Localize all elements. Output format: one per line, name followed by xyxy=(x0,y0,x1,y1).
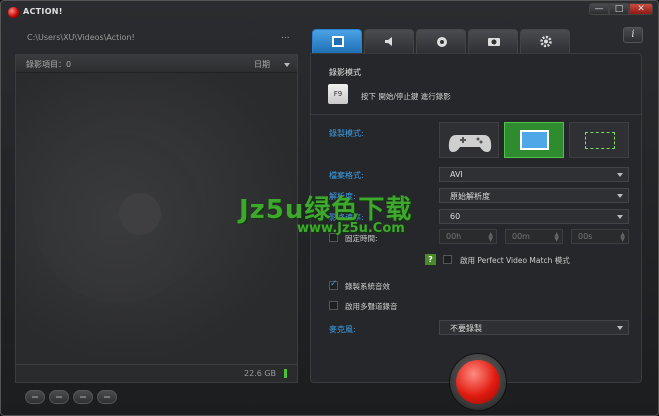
list-footer: 22.6 GB xyxy=(16,364,297,382)
resolution-select[interactable]: 原始解析度 xyxy=(439,188,629,203)
multitrack-label: 啟用多聲道錄音 xyxy=(345,302,398,311)
close-button[interactable]: ✕ xyxy=(629,3,653,15)
mode-game-button[interactable] xyxy=(439,122,499,158)
resolution-value: 原始解析度 xyxy=(450,192,490,201)
mic-select[interactable]: 不要錄製 xyxy=(439,320,629,335)
framerate-select[interactable]: 60 xyxy=(439,209,629,224)
help-icon[interactable]: ? xyxy=(425,254,436,265)
maximize-button[interactable]: □ xyxy=(609,3,629,15)
tab-screenshot[interactable] xyxy=(468,29,518,53)
play-button[interactable] xyxy=(49,390,69,404)
title-bar: ACTION! — □ ✕ xyxy=(1,1,658,23)
multitrack-checkbox[interactable] xyxy=(329,301,338,310)
upload-button[interactable] xyxy=(97,390,117,404)
delete-button[interactable] xyxy=(25,390,45,404)
minimize-button[interactable]: — xyxy=(589,3,609,15)
pvm-label: 啟用 Perfect Video Match 模式 xyxy=(460,256,570,265)
file-format-select[interactable]: AVI xyxy=(439,167,629,182)
browse-path-button[interactable]: ... xyxy=(281,31,290,41)
logo-dot-icon xyxy=(119,193,161,235)
watermark-url: www.Jz5u.Com xyxy=(297,221,405,236)
disk-meter-icon xyxy=(284,369,287,378)
output-path-bar[interactable]: C:\Users\XU\Videos\Action! ... xyxy=(15,28,298,48)
system-audio-checkbox[interactable] xyxy=(329,279,338,290)
mic-label: 麥克風: xyxy=(329,325,356,334)
stepper-arrows-icon[interactable]: ▲ ▼ xyxy=(620,232,625,243)
tab-settings[interactable] xyxy=(520,29,570,53)
time-hours-value: 00h xyxy=(446,232,462,241)
settings-tabs xyxy=(310,29,570,53)
mode-region-button[interactable] xyxy=(569,122,629,158)
record-button[interactable] xyxy=(449,353,507,411)
time-seconds-value: 00s xyxy=(578,232,593,241)
record-dot-icon xyxy=(456,360,500,404)
gamepad-icon xyxy=(448,135,492,152)
app-window: ACTION! — □ ✕ C:\Users\XU\Videos\Action!… xyxy=(0,0,659,416)
sort-dropdown[interactable]: 日期 xyxy=(254,59,270,70)
app-title: ACTION! xyxy=(23,7,63,16)
free-disk-space: 22.6 GB xyxy=(244,369,277,378)
framerate-value: 60 xyxy=(450,212,461,221)
chevron-down-icon xyxy=(617,326,623,330)
chevron-down-icon xyxy=(617,215,623,219)
time-hours-stepper[interactable]: 00h ▲ ▼ xyxy=(439,229,497,244)
list-header: 錄影項目：0 日期 xyxy=(16,55,297,73)
stepper-arrows-icon[interactable]: ▲ ▼ xyxy=(488,232,493,243)
output-path: C:\Users\XU\Videos\Action! xyxy=(27,33,135,42)
gear-icon xyxy=(540,35,552,48)
hotkey-hint: 按下 開始/停止鍵 進行錄影 xyxy=(361,92,451,101)
tab-video[interactable] xyxy=(312,29,362,53)
file-format-label: 檔案格式: xyxy=(329,171,364,180)
tab-audio[interactable] xyxy=(364,29,414,53)
section-title: 錄影模式 xyxy=(329,68,361,77)
file-format-value: AVI xyxy=(450,170,463,179)
system-audio-label: 錄製系統音效 xyxy=(345,282,390,291)
stepper-arrows-icon[interactable]: ▲ ▼ xyxy=(554,232,559,243)
folder-button[interactable] xyxy=(73,390,93,404)
time-minutes-value: 00m xyxy=(512,232,530,241)
desktop-icon xyxy=(520,130,549,150)
playback-controls xyxy=(15,387,298,407)
record-mode-label: 錄製模式: xyxy=(329,129,364,138)
chevron-down-icon[interactable] xyxy=(284,63,290,67)
time-seconds-stepper[interactable]: 00s ▲ ▼ xyxy=(571,229,629,244)
speaker-icon xyxy=(385,37,392,46)
divider xyxy=(311,114,641,115)
recordings-count: 錄影項目：0 xyxy=(26,60,72,69)
camera-icon xyxy=(488,38,500,46)
chevron-down-icon xyxy=(617,173,623,177)
tab-webcam[interactable] xyxy=(416,29,466,53)
mode-desktop-button[interactable] xyxy=(504,122,564,158)
hotkey-badge: F9 xyxy=(328,84,348,104)
webcam-icon xyxy=(437,37,447,47)
chevron-down-icon xyxy=(617,194,623,198)
app-logo-icon xyxy=(8,7,19,18)
pvm-checkbox[interactable] xyxy=(443,255,452,264)
info-button[interactable]: i xyxy=(623,27,643,43)
region-select-icon xyxy=(585,132,615,149)
time-minutes-stepper[interactable]: 00m ▲ ▼ xyxy=(505,229,563,244)
mic-value: 不要錄製 xyxy=(450,324,482,333)
action-logo-watermark-icon xyxy=(34,133,204,303)
film-icon xyxy=(332,36,344,47)
